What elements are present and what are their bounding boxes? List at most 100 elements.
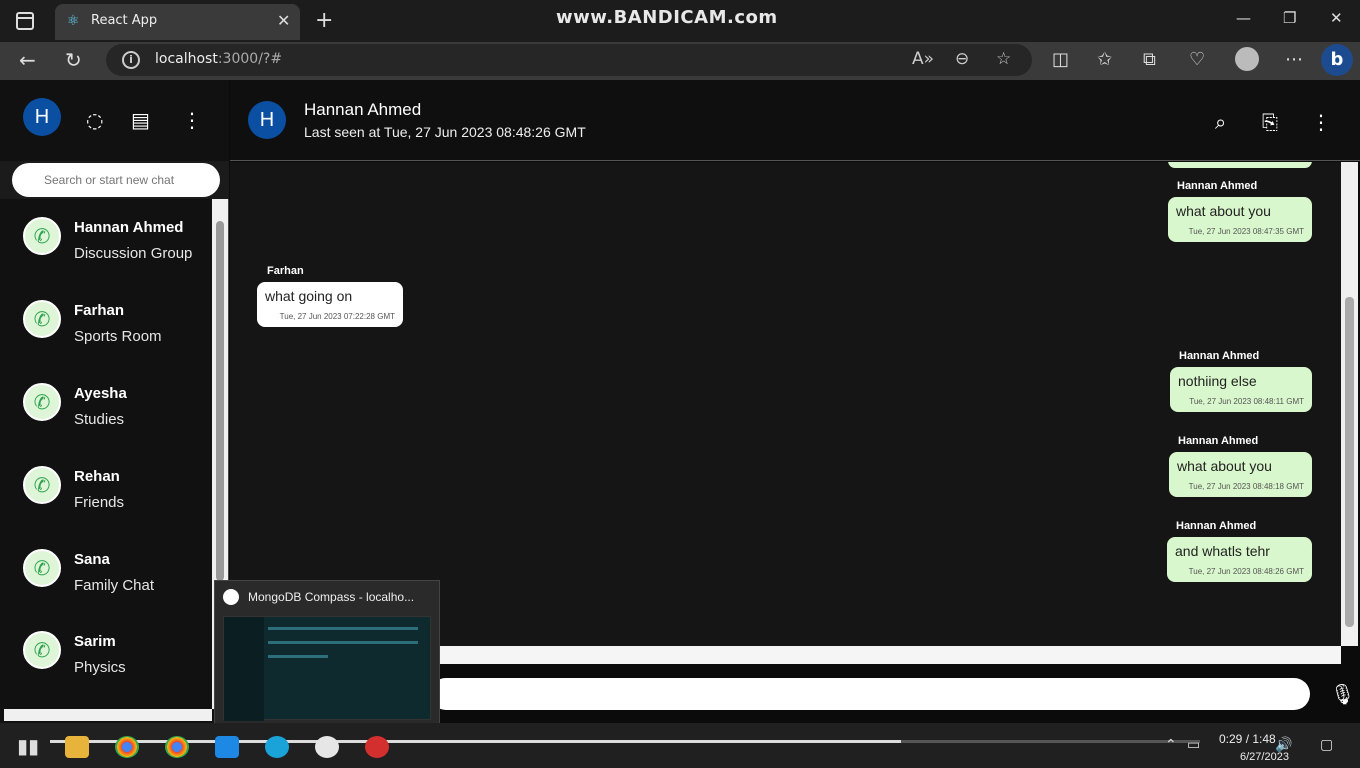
taskbar-window-preview[interactable]: MongoDB Compass - localho... xyxy=(214,580,440,727)
list-item[interactable]: ✆ Rehan Friends xyxy=(0,448,212,531)
performance-icon[interactable]: ♡ xyxy=(1189,49,1205,70)
menu-icon[interactable]: ⋮ xyxy=(182,108,202,132)
message-text: and whatls tehr xyxy=(1175,543,1270,559)
chat-name: Rehan xyxy=(74,468,120,485)
mongodb-compass-taskbar-icon[interactable] xyxy=(315,736,339,758)
list-item[interactable]: ✆ Sana Family Chat xyxy=(0,531,212,614)
chrome-profile-icon[interactable] xyxy=(165,736,189,758)
chat-subtitle: Discussion Group xyxy=(74,245,193,262)
edge-icon[interactable] xyxy=(265,736,289,758)
favorite-star-icon[interactable]: ☆ xyxy=(996,49,1011,69)
notifications-icon[interactable]: ▢ xyxy=(1320,737,1333,753)
split-screen-icon[interactable]: ◫ xyxy=(1052,49,1069,70)
message-bubble: what going on Tue, 27 Jun 2023 07:22:28 … xyxy=(257,282,403,327)
close-window-icon[interactable]: ✕ xyxy=(1330,9,1343,27)
message-area: Hannan Ahmed what about you Tue, 27 Jun … xyxy=(230,162,1341,646)
chat-header: H Hannan Ahmed Last seen at Tue, 27 Jun … xyxy=(230,80,1360,161)
collections-icon[interactable]: ⧉ xyxy=(1143,49,1156,70)
last-seen: Last seen at Tue, 27 Jun 2023 08:48:26 G… xyxy=(304,124,586,140)
phone-icon: ✆ xyxy=(23,549,61,587)
sidebar-horizontal-scrollbar[interactable] xyxy=(4,709,212,721)
taskbar: ▮▮ ⌃ ▭ 🔊 0:29 / 1:48 6/27/2023 ▢ xyxy=(0,723,1360,768)
phone-icon: ✆ xyxy=(23,300,61,338)
message-bubble-partial xyxy=(1168,162,1312,168)
search-input[interactable] xyxy=(12,163,220,197)
contact-name: Hannan Ahmed xyxy=(304,100,422,119)
close-tab-icon[interactable]: ✕ xyxy=(277,11,290,30)
chat-subtitle: Family Chat xyxy=(74,577,155,594)
message-time: Tue, 27 Jun 2023 08:48:11 GMT xyxy=(1189,397,1304,406)
chat-name: Farhan xyxy=(74,302,125,319)
info-icon[interactable]: i xyxy=(122,51,140,69)
restore-icon[interactable]: ❐ xyxy=(1283,9,1296,27)
message-time: Tue, 27 Jun 2023 08:48:18 GMT xyxy=(1188,482,1304,491)
chat-menu-icon[interactable]: ⋮ xyxy=(1311,110,1331,134)
mongodb-compass-icon xyxy=(223,589,239,605)
phone-icon: ✆ xyxy=(23,466,61,504)
favorites-icon[interactable]: ✩ xyxy=(1097,49,1112,70)
chat-name: Hannan Ahmed xyxy=(74,219,184,236)
zoom-out-icon[interactable]: ⊖ xyxy=(955,49,969,69)
minimize-icon[interactable]: — xyxy=(1236,9,1251,27)
list-item[interactable]: ✆ Hannan Ahmed Discussion Group xyxy=(0,199,212,282)
message-text: what about you xyxy=(1177,458,1272,474)
chat-list: ✆ Hannan Ahmed Discussion Group ✆ Farhan… xyxy=(0,199,212,709)
start-icon[interactable]: ▮▮ xyxy=(17,734,39,758)
preview-thumbnail[interactable] xyxy=(223,616,431,721)
attach-icon[interactable]: ⎘ xyxy=(1262,110,1278,134)
vscode-icon[interactable] xyxy=(215,736,239,758)
clock-date[interactable]: 6/27/2023 xyxy=(1240,751,1289,763)
read-aloud-icon[interactable]: A» xyxy=(912,49,934,69)
message-text: nothiing else xyxy=(1178,373,1257,389)
refresh-icon[interactable]: ↻ xyxy=(65,48,82,72)
message-text: what going on xyxy=(265,288,353,304)
message-input[interactable] xyxy=(430,678,1310,710)
message-bubble: what about you Tue, 27 Jun 2023 08:48:18… xyxy=(1169,452,1312,497)
message-time: Tue, 27 Jun 2023 07:22:28 GMT xyxy=(279,312,395,321)
network-icon[interactable]: ▭ xyxy=(1187,737,1200,753)
user-avatar[interactable]: H xyxy=(23,98,61,136)
list-item[interactable]: ✆ Ayesha Studies xyxy=(0,365,212,448)
message-author: Farhan xyxy=(267,265,304,277)
status-icon[interactable]: ◌ xyxy=(86,108,103,132)
message-bubble: and whatls tehr Tue, 27 Jun 2023 08:48:2… xyxy=(1167,537,1312,582)
phone-icon: ✆ xyxy=(23,631,61,669)
phone-icon: ✆ xyxy=(23,217,61,255)
back-icon[interactable]: ← xyxy=(19,48,36,72)
messages-scrollbar[interactable] xyxy=(1341,162,1358,646)
list-item[interactable]: ✆ Farhan Sports Room xyxy=(0,282,212,365)
message-text: what about you xyxy=(1176,203,1271,219)
react-icon: ⚛ xyxy=(67,13,80,29)
message-author: Hannan Ahmed xyxy=(1176,520,1257,532)
bing-icon[interactable]: b xyxy=(1321,44,1353,76)
bandicam-record-icon[interactable] xyxy=(365,736,389,758)
chat-subtitle: Friends xyxy=(74,494,125,511)
recording-watermark: www.BANDICAM.com xyxy=(556,7,778,28)
address-toolbar: ← ↻ i localhost:3000/?# A» ⊖ ☆ ◫ ✩ ⧉ ♡ ⋯… xyxy=(0,42,1360,80)
browser-tab[interactable]: ⚛ React App ✕ xyxy=(55,4,300,40)
message-author: Hannan Ahmed xyxy=(1178,435,1259,447)
url-text[interactable]: localhost:3000/?# xyxy=(155,51,282,67)
phone-icon: ✆ xyxy=(23,383,61,421)
new-chat-icon[interactable]: ▤ xyxy=(131,108,150,132)
message-author: Hannan Ahmed xyxy=(1177,180,1258,192)
file-explorer-icon[interactable] xyxy=(65,736,89,758)
sidebar: H ◌ ▤ ⋮ ✆ Hannan Ahmed Discussion Group … xyxy=(0,80,229,723)
search-icon[interactable]: ⌕ xyxy=(1215,110,1226,134)
list-item[interactable]: ✆ Sarim Physics xyxy=(0,613,212,696)
tray-chevron-icon[interactable]: ⌃ xyxy=(1165,737,1177,753)
microphone-icon[interactable]: 🎙 xyxy=(1330,682,1355,706)
browser-tab-bar: ⚛ React App ✕ + www.BANDICAM.com — ❐ ✕ xyxy=(0,0,1360,42)
message-bubble: what about you Tue, 27 Jun 2023 08:47:35… xyxy=(1168,197,1312,242)
clock-time[interactable]: 0:29 / 1:48 xyxy=(1219,732,1276,746)
more-options-icon[interactable]: ⋯ xyxy=(1285,49,1303,70)
search-bar xyxy=(0,161,229,199)
message-time: Tue, 27 Jun 2023 08:48:26 GMT xyxy=(1188,567,1304,576)
profile-avatar[interactable] xyxy=(1235,47,1259,71)
tab-actions-icon[interactable] xyxy=(16,12,34,30)
contact-avatar[interactable]: H xyxy=(248,101,286,139)
chat-subtitle: Sports Room xyxy=(74,328,162,345)
address-bar[interactable]: i localhost:3000/?# A» ⊖ ☆ xyxy=(106,44,1032,76)
new-tab-button[interactable]: + xyxy=(315,8,333,33)
chrome-icon[interactable] xyxy=(115,736,139,758)
